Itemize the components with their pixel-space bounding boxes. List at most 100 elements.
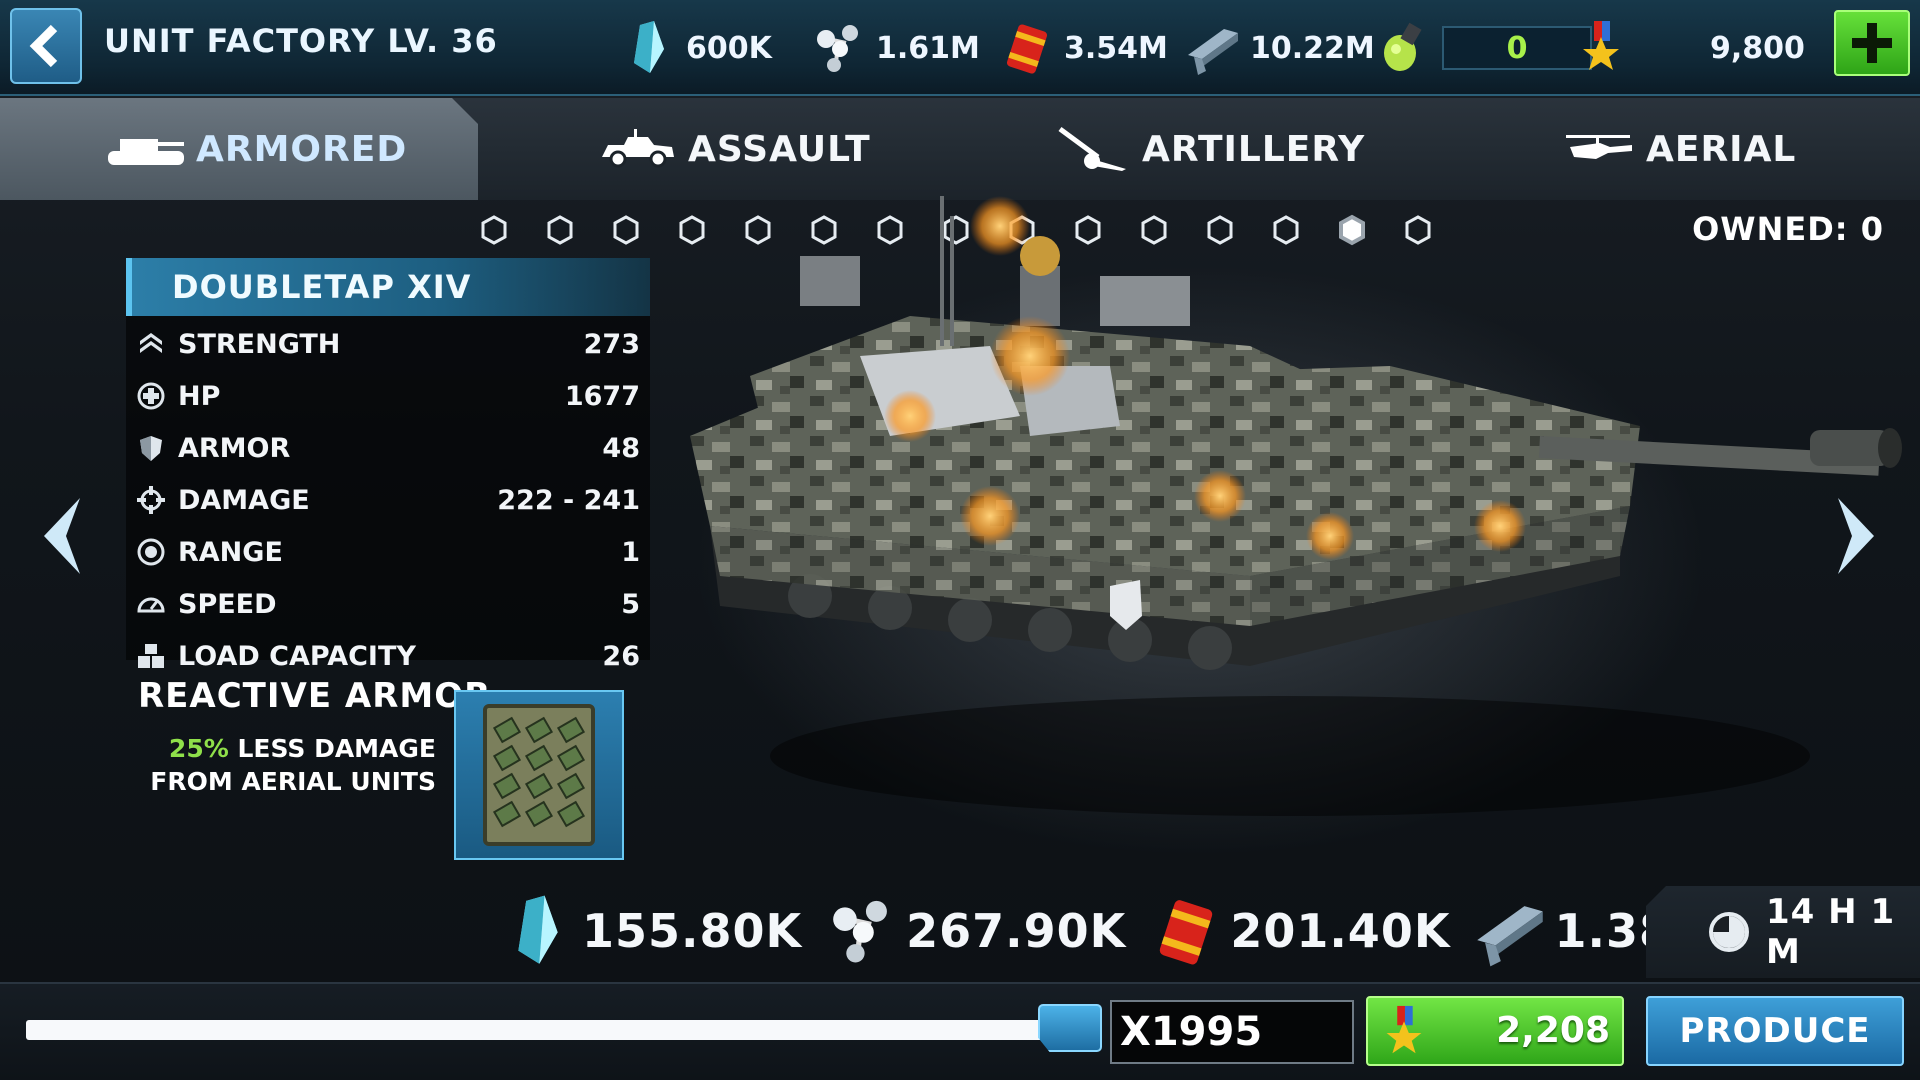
jeep-icon	[602, 129, 674, 168]
unit-stats-panel: STRENGTH 273 HP 1677 ARMOR 48 DAMAGE 222…	[126, 316, 650, 672]
resource-oil-value: 1.61M	[876, 30, 980, 66]
stat-row-load-capacity: LOAD CAPACITY 26	[126, 632, 650, 680]
tab-artillery-label: ARTILLERY	[1142, 128, 1366, 170]
crystal-icon	[634, 21, 664, 73]
unit-name: DOUBLETAP XIV	[172, 268, 472, 306]
stat-value: 5	[621, 588, 640, 620]
produce-button[interactable]: PRODUCE	[1646, 996, 1904, 1066]
resource-ammo: 3.54M	[998, 18, 1168, 78]
stat-value: 1677	[564, 380, 640, 412]
production-time: 14 H 1 M	[1646, 886, 1920, 978]
stat-row-range: RANGE 1	[126, 528, 650, 576]
back-button[interactable]	[10, 8, 82, 84]
molecule-icon	[817, 25, 858, 72]
hp-icon	[137, 382, 165, 410]
stat-value: 273	[583, 328, 640, 360]
speed-icon	[137, 597, 165, 613]
tank-icon	[108, 139, 184, 165]
resource-steel: 10.22M	[1184, 18, 1375, 78]
stat-row-strength: STRENGTH 273	[126, 320, 650, 368]
resource-oil: 1.61M	[810, 18, 980, 78]
tank-image	[690, 196, 1902, 816]
reactive-armor-image[interactable]	[454, 690, 624, 860]
steel-beam-icon	[1477, 906, 1544, 967]
fuel-barrel-icon	[1160, 900, 1213, 965]
clock-icon	[1709, 912, 1749, 952]
ability-line2: FROM AERIAL UNITS	[150, 767, 436, 796]
quantity-slider-handle[interactable]	[1038, 1004, 1102, 1052]
add-resources-button[interactable]	[1834, 10, 1910, 76]
range-icon	[137, 538, 165, 566]
tab-aerial-label: AERIAL	[1646, 128, 1797, 170]
instant-produce-cost: 2,208	[1496, 1010, 1610, 1051]
stat-row-damage: DAMAGE 222 - 241	[126, 476, 650, 524]
resource-medals: 9,800	[1572, 18, 1805, 78]
unit-category-tabs: ARMORED ASSAULT ARTILLERY AERIAL	[0, 98, 1920, 200]
steel-beam-icon	[1188, 29, 1238, 75]
resource-steel-value: 10.22M	[1250, 30, 1375, 66]
strength-icon	[140, 333, 162, 353]
cost-oil-value: 267.90K	[906, 904, 1127, 958]
stat-value: 26	[602, 640, 640, 672]
pager-dot[interactable]	[546, 214, 574, 246]
page-title: UNIT FACTORY LV. 36	[104, 22, 498, 60]
stat-label: HP	[178, 380, 221, 412]
cost-food-value: 155.80K	[582, 904, 803, 958]
crystal-icon	[518, 895, 558, 964]
medal-icon	[1386, 1005, 1422, 1054]
resource-food: 600K	[620, 18, 772, 78]
instant-produce-button[interactable]: 2,208	[1366, 996, 1624, 1066]
molecule-icon	[833, 900, 888, 963]
medal-icon	[1583, 21, 1619, 70]
ability-description: 25% LESS DAMAGE FROM AERIAL UNITS	[140, 732, 436, 798]
stat-value: 222 - 241	[497, 484, 640, 516]
stat-label: DAMAGE	[178, 484, 310, 516]
damage-icon	[137, 486, 165, 514]
gas-amount: 0	[1442, 26, 1592, 70]
stat-row-hp: HP 1677	[126, 372, 650, 420]
quantity-slider-fill	[26, 1020, 1066, 1040]
artillery-icon	[1058, 126, 1126, 171]
cost-ammo-value: 201.40K	[1230, 904, 1451, 958]
quantity-field[interactable]: X1995	[1110, 1000, 1354, 1064]
production-time-value: 14 H 1 M	[1766, 892, 1896, 972]
stat-row-armor: ARMOR 48	[126, 424, 650, 472]
cost-food: 155.80K	[500, 893, 802, 969]
stat-value: 1	[621, 536, 640, 568]
stat-label: ARMOR	[178, 432, 291, 464]
production-costs: 155.80K 267.90K 201.40K 1.38M	[500, 890, 1741, 972]
fuel-barrel-icon	[1006, 24, 1048, 74]
armor-icon	[140, 436, 162, 461]
tab-armored[interactable]: ARMORED	[0, 98, 478, 200]
stat-value: 48	[602, 432, 640, 464]
previous-unit-arrow[interactable]	[36, 494, 88, 578]
plus-icon	[1852, 23, 1892, 63]
unit-name-bar: DOUBLETAP XIV	[126, 258, 650, 316]
quantity-slider-track[interactable]	[26, 1020, 1066, 1040]
cost-ammo: 201.40K	[1148, 893, 1450, 969]
tab-assault[interactable]: ASSAULT	[598, 98, 871, 200]
reactive-armor-icon	[483, 704, 595, 846]
tab-artillery[interactable]: ARTILLERY	[1052, 98, 1365, 200]
stat-label: RANGE	[178, 536, 283, 568]
resource-food-value: 600K	[686, 30, 772, 66]
cost-oil: 267.90K	[824, 893, 1126, 969]
resource-ammo-value: 3.54M	[1064, 30, 1168, 66]
pager-dot[interactable]	[480, 214, 508, 246]
stat-label: LOAD CAPACITY	[178, 640, 416, 672]
ability-percent: 25%	[168, 734, 229, 763]
load-capacity-icon	[138, 644, 164, 668]
top-bar: UNIT FACTORY LV. 36 600K 1.61M 3.54M 10.…	[0, 0, 1920, 96]
tab-armored-label: ARMORED	[196, 128, 408, 170]
resource-medals-value: 9,800	[1710, 30, 1805, 66]
helicopter-icon	[1566, 135, 1632, 159]
ability-line1: LESS DAMAGE	[228, 734, 436, 763]
tab-assault-label: ASSAULT	[688, 128, 871, 170]
gas-grenade-icon	[1384, 22, 1422, 71]
ability-title: REACTIVE ARMOR	[138, 676, 492, 716]
back-arrow-icon	[29, 24, 58, 68]
pager-dot[interactable]	[612, 214, 640, 246]
tab-aerial[interactable]: AERIAL	[1556, 98, 1796, 200]
resource-gas: 0	[1376, 18, 1592, 78]
stat-label: STRENGTH	[178, 328, 341, 360]
